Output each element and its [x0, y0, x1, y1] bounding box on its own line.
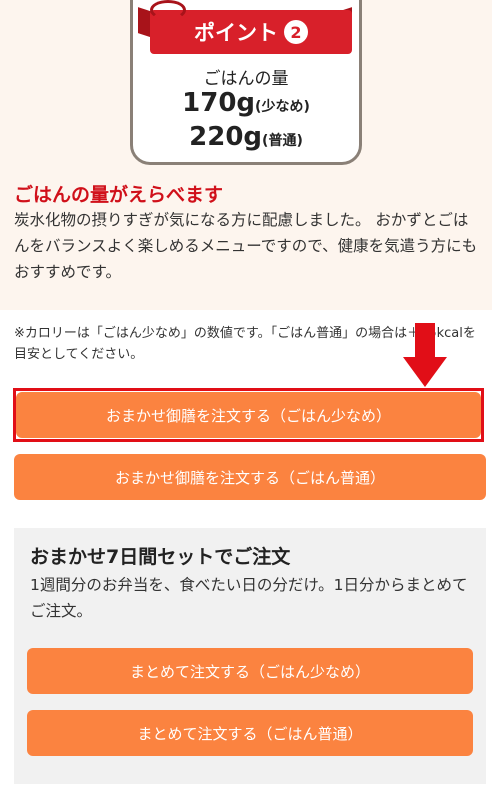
amount-small-value: 170g — [182, 88, 256, 118]
order-normal-rice-button[interactable]: おまかせ御膳を注文する（ごはん普通） — [14, 454, 486, 500]
highlight-box — [13, 388, 484, 442]
amount-small-row: 170g(少なめ) — [130, 88, 362, 118]
weekly-set-box: おまかせ7日間セットでご注文 1週間分のお弁当を、食べたい日の分だけ。1日分から… — [14, 528, 486, 784]
amount-normal-note: (普通) — [262, 133, 303, 149]
amount-normal-row: 220g(普通) — [130, 122, 362, 152]
weekly-set-description: 1週間分のお弁当を、食べたい日の分だけ。1日分からまとめてご注文。 — [30, 576, 468, 620]
weekly-set-title: おまかせ7日間セットでご注文 — [30, 546, 291, 568]
point-number-badge: 2 — [284, 20, 308, 44]
amount-small-note: (少なめ) — [255, 99, 310, 115]
point-label: ポイント — [194, 21, 278, 45]
rice-amount-heading: ごはんの量 — [203, 69, 289, 89]
amount-normal-value: 220g — [189, 122, 263, 152]
section-description: 炭水化物の摂りすぎが気になる方に配慮しました。 おかずとごはんをバランスよく楽し… — [14, 211, 478, 281]
ribbon-bow-icon — [150, 0, 186, 20]
down-arrow-icon — [403, 323, 447, 393]
bulk-order-small-rice-button[interactable]: まとめて注文する（ごはん少なめ） — [27, 648, 473, 694]
section-heading: ごはんの量がえらべます — [14, 184, 224, 206]
bulk-order-normal-rice-button[interactable]: まとめて注文する（ごはん普通） — [27, 710, 473, 756]
